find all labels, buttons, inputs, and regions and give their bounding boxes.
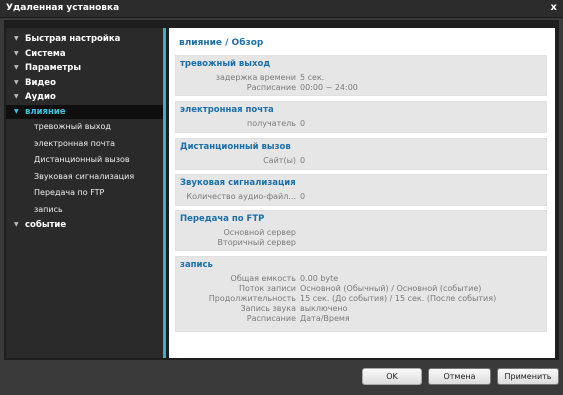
sidebar-item-label: Быстрая настройка: [25, 34, 121, 44]
duration-label: Продолжительность: [208, 294, 296, 303]
close-icon[interactable]: x: [551, 2, 557, 13]
triangle-down-icon: ▼: [14, 49, 19, 57]
sidebar-item-quick-setup[interactable]: ▼ Быстрая настройка: [6, 32, 163, 47]
delay-value: 5 сек.: [300, 73, 325, 82]
sidebar-item-audio[interactable]: ▼ Аудио: [6, 90, 163, 105]
triangle-down-icon: ▼: [14, 221, 19, 228]
group-title: тревожный выход: [180, 59, 271, 69]
sidebar-item-system[interactable]: ▼ Система: [6, 47, 163, 62]
schedule-row: Расписание: [176, 83, 296, 93]
capacity-row: Общая емкость: [176, 274, 296, 284]
sidebar-item-label: Параметры: [25, 63, 82, 73]
audio-files-label: Количество аудио-файл...: [186, 192, 296, 201]
capacity-label: Общая емкость: [230, 274, 296, 283]
stream-label: Поток записи: [238, 284, 296, 293]
main-content: влияние / Обзор тревожный выход задержка…: [169, 28, 555, 358]
recipient-row: получатель: [176, 119, 296, 129]
window-title: Удаленная установка: [6, 3, 120, 13]
cancel-button[interactable]: Отмена: [428, 368, 491, 385]
alarm-out-group[interactable]: тревожный выход задержка времени 5 сек. …: [175, 55, 547, 96]
audio-record-value: выключено: [300, 304, 348, 313]
group-title: Дистанционный вызов: [180, 142, 291, 152]
stream-row: Поток записи: [176, 284, 296, 294]
secondary-server-label: Вторичный сервер: [217, 238, 296, 247]
sidebar-item-parameters[interactable]: ▼ Параметры: [6, 61, 163, 76]
audio-files-value: 0: [300, 192, 306, 201]
capacity-value: 0.00 byte: [300, 274, 339, 283]
triangle-down-icon: ▼: [14, 107, 19, 115]
audio-record-label: Запись звука: [240, 304, 296, 313]
sound-alarm-group[interactable]: Звуковая сигнализация Количество аудио-ф…: [175, 174, 547, 206]
stream-value: Основной (Обычный) / Основной (событие): [300, 284, 482, 293]
recipient-value: 0: [300, 119, 306, 128]
sidebar-subitem-remote-call[interactable]: Дистанционный вызов: [6, 152, 163, 169]
sidebar-item-label: событие: [25, 220, 67, 230]
sidebar-subitem-sound-alarm[interactable]: Звуковая сигнализация: [6, 169, 163, 186]
sidebar-item-label: Аудио: [25, 92, 56, 102]
record-group[interactable]: запись Общая емкость 0.00 byte Поток зап…: [175, 256, 547, 332]
sidebar-item-label: Видео: [25, 77, 56, 88]
sidebar-item-action[interactable]: ▼ влияние: [6, 104, 163, 119]
ok-button[interactable]: OK: [362, 368, 422, 385]
sites-value: 0: [300, 156, 306, 165]
delay-row: задержка времени: [176, 73, 296, 83]
audio-files-row: Количество аудио-файл...: [176, 192, 296, 202]
duration-value: 15 сек. (До события) / 15 сек. (После со…: [300, 294, 497, 303]
email-group[interactable]: электронная почта получатель 0: [175, 101, 547, 133]
recipient-label: получатель: [246, 119, 296, 128]
record-schedule-label: Расписание: [246, 314, 296, 323]
audio-record-row: Запись звука: [176, 304, 296, 314]
sites-row: Сайт(ы): [176, 156, 296, 166]
group-title: запись: [180, 260, 213, 270]
sidebar-subitem-ftp[interactable]: Передача по FTP: [6, 185, 163, 202]
delay-label: задержка времени: [215, 73, 296, 82]
sidebar-subitem-email[interactable]: электронная почта: [6, 136, 163, 153]
sidebar-item-label: Система: [25, 48, 66, 59]
sidebar-item-video[interactable]: ▼ Видео: [6, 76, 163, 91]
group-title: Звуковая сигнализация: [180, 178, 296, 188]
triangle-down-icon: ▼: [14, 35, 19, 42]
sites-label: Сайт(ы): [263, 156, 296, 165]
remote-call-group[interactable]: Дистанционный вызов Сайт(ы) 0: [175, 138, 547, 170]
triangle-down-icon: ▼: [14, 78, 19, 86]
primary-server-label: Основной сервер: [223, 228, 296, 237]
record-schedule-value: Дата/Время: [300, 314, 350, 323]
sidebar: ▼ Быстрая настройка ▼ Система ▼ Параметры ▼…: [6, 28, 166, 358]
group-title: электронная почта: [180, 105, 274, 115]
secondary-server-row: Вторичный сервер: [176, 238, 296, 248]
breadcrumb: влияние / Обзор: [179, 38, 264, 48]
duration-row: Продолжительность: [176, 294, 296, 304]
sidebar-item-event[interactable]: ▼ событие: [6, 218, 163, 233]
sidebar-subitem-record[interactable]: запись: [6, 202, 163, 219]
triangle-down-icon: ▼: [14, 93, 19, 100]
group-title: Передача по FTP: [180, 214, 265, 224]
title-bar: Удаленная установка x: [0, 0, 563, 18]
sidebar-subitem-alarm-out[interactable]: тревожный выход: [6, 119, 163, 136]
record-schedule-row: Расписание: [176, 314, 296, 324]
ftp-group[interactable]: Передача по FTP Основной сервер Вторичны…: [175, 210, 547, 251]
triangle-down-icon: ▼: [14, 64, 19, 71]
schedule-label: Расписание: [246, 83, 296, 92]
schedule-value: 00:00 ~ 24:00: [300, 83, 358, 92]
apply-button[interactable]: Применить: [497, 368, 559, 385]
sidebar-item-label: влияние: [25, 106, 66, 117]
primary-server-row: Основной сервер: [176, 228, 296, 238]
